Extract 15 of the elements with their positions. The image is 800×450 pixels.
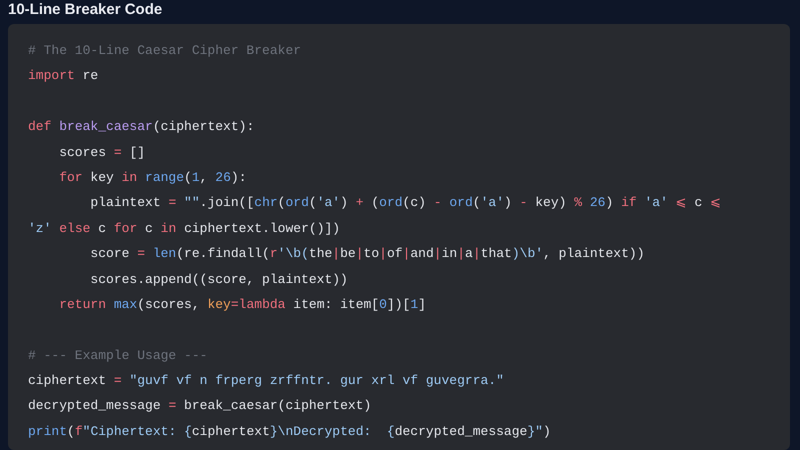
code-line: plaintext = "".join([chr(ord('a') + (ord(c) - ord('a') - key) % 26) if 'a' ⩽ c ⩽ <box>89 194 722 212</box>
code-line: def break_caesar(ciphertext): <box>28 118 256 136</box>
code-line: 'z' else c for c in ciphertext.lower()]) <box>28 220 342 238</box>
code-comment: # --- Example Usage --- <box>28 346 208 365</box>
code-line: score = len(re.findall(r'\b(the|be|to|of|and|in|a|that)\b', plaintext)) <box>89 245 646 264</box>
code-line: print(f"Ciphertext: {ciphertext}\nDecrypted: {decrypted_message}") <box>28 422 552 441</box>
code-line: import re <box>28 67 100 86</box>
code-line: scores = [] <box>58 144 146 162</box>
code-line: scores.append((score, plaintext)) <box>89 270 349 289</box>
page-heading: 10-Line Breaker Code <box>7 0 164 20</box>
code-comment: # The 10-Line Caesar Cipher Breaker <box>28 42 302 60</box>
code-line: decrypted_message = break_caesar(ciphertext) <box>28 397 372 416</box>
code-line: ciphertext = "guvf vf n frperg zrffntr. gur xrl vf guvegrra." <box>28 372 505 390</box>
code-line: return max(scores, key=lambda item: item[0])[1] <box>58 296 427 314</box>
code-line: for key in range(1, 26): <box>58 168 248 187</box>
